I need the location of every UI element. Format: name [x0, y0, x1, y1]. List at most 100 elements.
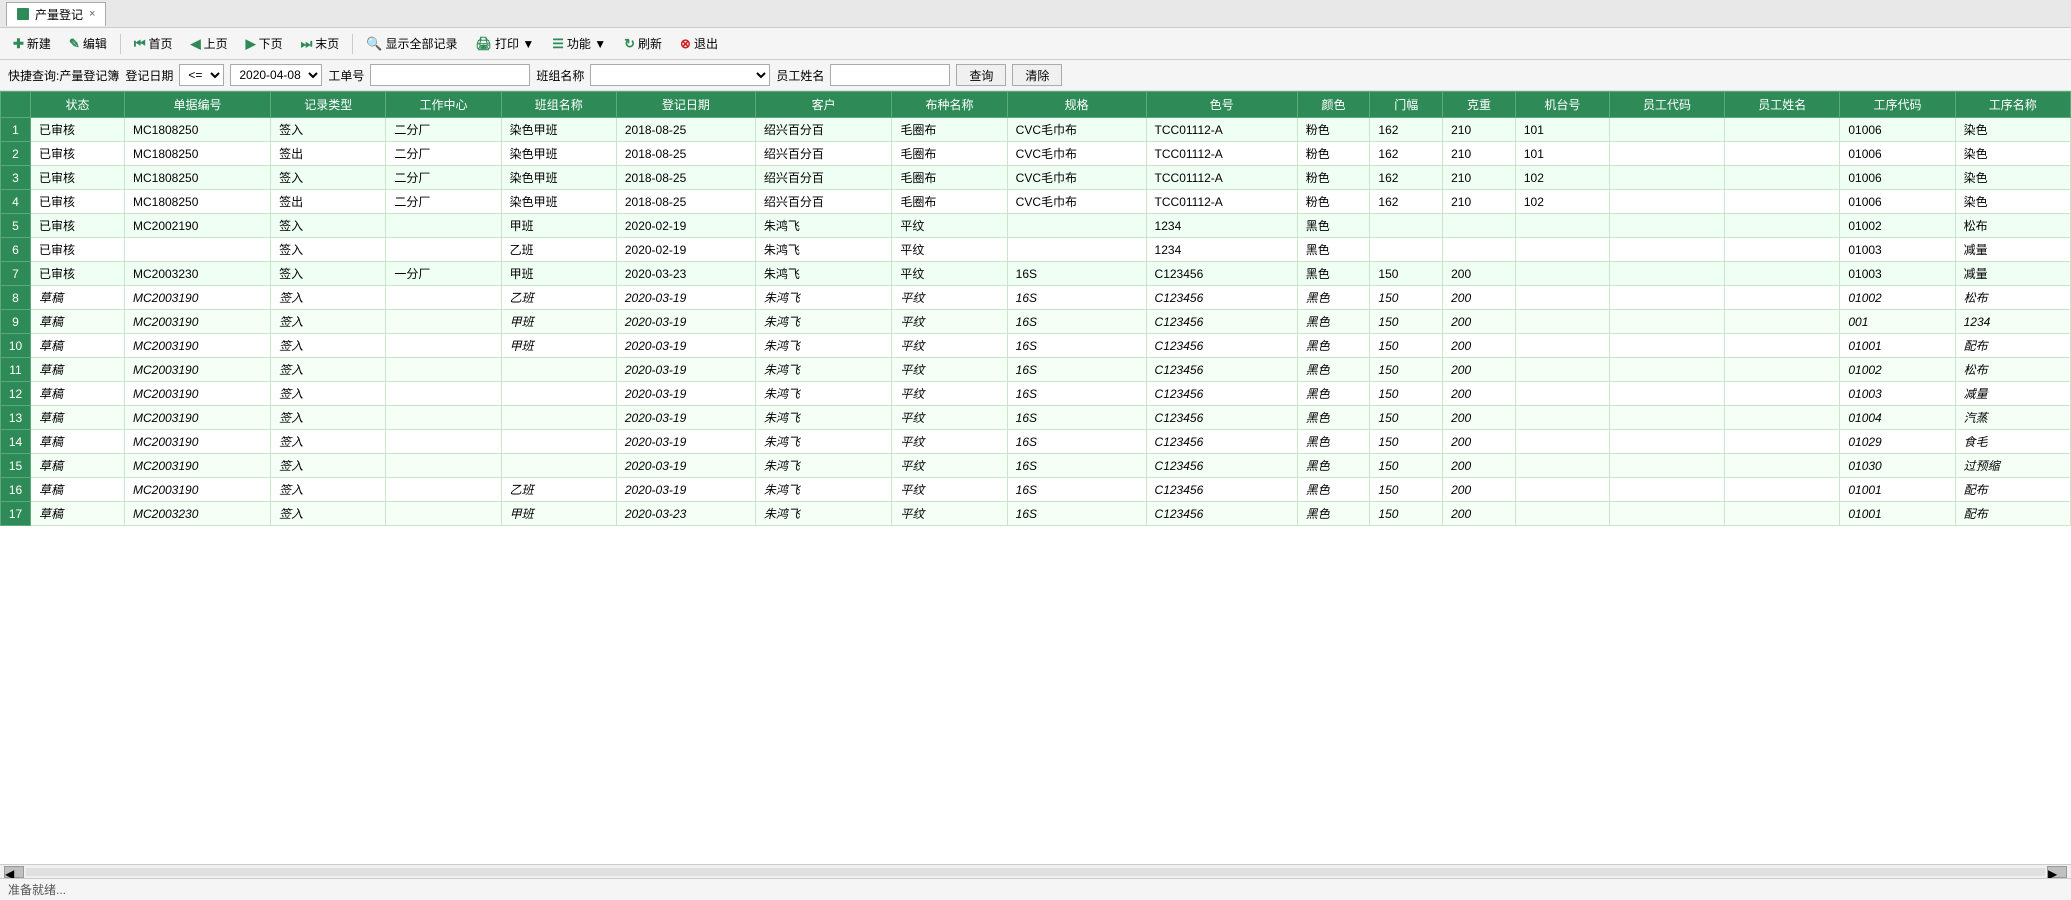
- cell-center[interactable]: [386, 478, 501, 502]
- cell-type[interactable]: 签入: [271, 310, 386, 334]
- cell-docNo[interactable]: MC2003230: [124, 262, 270, 286]
- cell-team[interactable]: 甲班: [501, 214, 616, 238]
- cell-fabric[interactable]: 毛圈布: [892, 166, 1007, 190]
- cell-fabric[interactable]: 平纹: [892, 262, 1007, 286]
- cell-weight[interactable]: [1443, 238, 1516, 262]
- cell-center[interactable]: 一分厂: [386, 262, 501, 286]
- cell-date[interactable]: 2020-03-23: [616, 262, 755, 286]
- cell-weight[interactable]: 210: [1443, 166, 1516, 190]
- cell-empName[interactable]: [1725, 382, 1840, 406]
- cell-type[interactable]: 签入: [271, 262, 386, 286]
- cell-center[interactable]: [386, 358, 501, 382]
- table-row[interactable]: 5已审核MC2002190签入甲班2020-02-19朱鸿飞平纹1234黑色01…: [1, 214, 2071, 238]
- cell-color[interactable]: 黑色: [1297, 382, 1370, 406]
- cell-procName[interactable]: 减量: [1955, 238, 2070, 262]
- cell-procName[interactable]: 松布: [1955, 286, 2070, 310]
- cell-machine[interactable]: [1515, 214, 1609, 238]
- cell-date[interactable]: 2020-02-19: [616, 238, 755, 262]
- worksheet-input[interactable]: [370, 64, 530, 86]
- last-page-button[interactable]: ⏭ 末页: [294, 32, 347, 55]
- cell-color[interactable]: 黑色: [1297, 286, 1370, 310]
- cell-customer[interactable]: 朱鸿飞: [755, 262, 892, 286]
- cell-status[interactable]: 已审核: [31, 118, 125, 142]
- cell-customer[interactable]: 朱鸿飞: [755, 238, 892, 262]
- cell-machine[interactable]: [1515, 502, 1609, 526]
- cell-spec[interactable]: 16S: [1007, 502, 1146, 526]
- cell-docNo[interactable]: MC2002190: [124, 214, 270, 238]
- cell-center[interactable]: [386, 238, 501, 262]
- exit-button[interactable]: ⊗ 退出: [673, 32, 725, 55]
- cell-spec[interactable]: 16S: [1007, 478, 1146, 502]
- cell-procCode[interactable]: 01029: [1840, 430, 1955, 454]
- col-type[interactable]: 记录类型: [271, 92, 386, 118]
- cell-spec[interactable]: 16S: [1007, 334, 1146, 358]
- cell-empCode[interactable]: [1609, 310, 1724, 334]
- cell-docNo[interactable]: [124, 238, 270, 262]
- col-color[interactable]: 颜色: [1297, 92, 1370, 118]
- col-customer[interactable]: 客户: [755, 92, 892, 118]
- cell-colorNo[interactable]: C123456: [1146, 310, 1297, 334]
- cell-empCode[interactable]: [1609, 406, 1724, 430]
- cell-customer[interactable]: 绍兴百分百: [755, 190, 892, 214]
- cell-weight[interactable]: 210: [1443, 142, 1516, 166]
- cell-customer[interactable]: 朱鸿飞: [755, 478, 892, 502]
- cell-customer[interactable]: 朱鸿飞: [755, 406, 892, 430]
- col-weight[interactable]: 克重: [1443, 92, 1516, 118]
- cell-empName[interactable]: [1725, 286, 1840, 310]
- cell-status[interactable]: 草稿: [31, 358, 125, 382]
- table-row[interactable]: 15草稿MC2003190签入2020-03-19朱鸿飞平纹16SC123456…: [1, 454, 2071, 478]
- cell-empName[interactable]: [1725, 310, 1840, 334]
- cell-date[interactable]: 2020-03-19: [616, 478, 755, 502]
- cell-date[interactable]: 2020-03-19: [616, 358, 755, 382]
- prev-page-button[interactable]: ◀ 上页: [184, 32, 235, 55]
- cell-docNo[interactable]: MC1808250: [124, 166, 270, 190]
- cell-color[interactable]: 黑色: [1297, 430, 1370, 454]
- cell-type[interactable]: 签入: [271, 286, 386, 310]
- cell-center[interactable]: [386, 334, 501, 358]
- cell-weight[interactable]: 200: [1443, 502, 1516, 526]
- cell-color[interactable]: 粉色: [1297, 118, 1370, 142]
- tab-close-button[interactable]: ×: [89, 8, 95, 20]
- cell-color[interactable]: 黑色: [1297, 478, 1370, 502]
- cell-procName[interactable]: 汽蒸: [1955, 406, 2070, 430]
- cell-machine[interactable]: [1515, 262, 1609, 286]
- cell-machine[interactable]: [1515, 478, 1609, 502]
- cell-customer[interactable]: 绍兴百分百: [755, 118, 892, 142]
- cell-width[interactable]: 150: [1370, 262, 1443, 286]
- cell-empName[interactable]: [1725, 502, 1840, 526]
- cell-center[interactable]: [386, 406, 501, 430]
- team-select[interactable]: [590, 64, 770, 86]
- cell-docNo[interactable]: MC2003190: [124, 334, 270, 358]
- cell-colorNo[interactable]: C123456: [1146, 286, 1297, 310]
- cell-color[interactable]: 黑色: [1297, 334, 1370, 358]
- cell-type[interactable]: 签入: [271, 214, 386, 238]
- cell-status[interactable]: 草稿: [31, 334, 125, 358]
- cell-status[interactable]: 草稿: [31, 286, 125, 310]
- cell-type[interactable]: 签入: [271, 358, 386, 382]
- cell-customer[interactable]: 朱鸿飞: [755, 214, 892, 238]
- col-width[interactable]: 门幅: [1370, 92, 1443, 118]
- table-row[interactable]: 6已审核签入乙班2020-02-19朱鸿飞平纹1234黑色01003减量: [1, 238, 2071, 262]
- cell-colorNo[interactable]: C123456: [1146, 478, 1297, 502]
- cell-customer[interactable]: 朱鸿飞: [755, 382, 892, 406]
- cell-center[interactable]: 二分厂: [386, 166, 501, 190]
- cell-customer[interactable]: 朱鸿飞: [755, 334, 892, 358]
- col-docno[interactable]: 单据编号: [124, 92, 270, 118]
- cell-empCode[interactable]: [1609, 190, 1724, 214]
- cell-procName[interactable]: 染色: [1955, 190, 2070, 214]
- cell-empName[interactable]: [1725, 406, 1840, 430]
- cell-color[interactable]: 黑色: [1297, 310, 1370, 334]
- cell-width[interactable]: 150: [1370, 382, 1443, 406]
- cell-colorNo[interactable]: C123456: [1146, 334, 1297, 358]
- cell-team[interactable]: 乙班: [501, 286, 616, 310]
- cell-status[interactable]: 草稿: [31, 382, 125, 406]
- table-row[interactable]: 3已审核MC1808250签入二分厂染色甲班2018-08-25绍兴百分百毛圈布…: [1, 166, 2071, 190]
- cell-customer[interactable]: 朱鸿飞: [755, 286, 892, 310]
- cell-fabric[interactable]: 平纹: [892, 502, 1007, 526]
- cell-weight[interactable]: 200: [1443, 430, 1516, 454]
- cell-width[interactable]: 150: [1370, 454, 1443, 478]
- cell-empCode[interactable]: [1609, 382, 1724, 406]
- cell-procCode[interactable]: 01002: [1840, 286, 1955, 310]
- cell-docNo[interactable]: MC2003190: [124, 286, 270, 310]
- cell-weight[interactable]: 200: [1443, 478, 1516, 502]
